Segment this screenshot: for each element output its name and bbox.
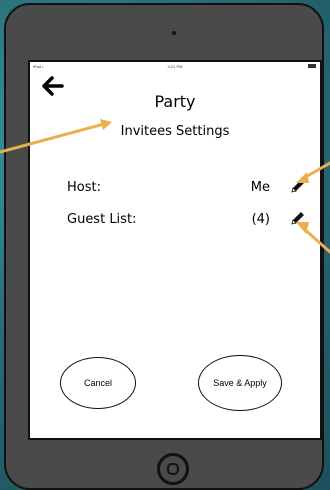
home-button-icon xyxy=(167,463,179,475)
cancel-button[interactable]: Cancel xyxy=(60,357,136,409)
guest-list-edit-pencil-icon[interactable] xyxy=(290,210,306,226)
screen: iPad • 4:21 PM Party Invitees Settings H… xyxy=(28,60,322,440)
host-value: Me xyxy=(250,180,270,195)
status-time: 4:21 PM xyxy=(167,64,183,69)
tablet-frame: iPad • 4:21 PM Party Invitees Settings H… xyxy=(4,3,324,490)
home-button[interactable] xyxy=(157,453,189,485)
battery-icon xyxy=(308,64,316,69)
page-title: Party xyxy=(154,92,196,111)
page-subtitle: Invitees Settings xyxy=(120,124,230,139)
save-apply-button[interactable]: Save & Apply xyxy=(198,355,282,411)
guest-list-count: (4) xyxy=(251,212,270,227)
camera-dot xyxy=(172,31,176,35)
host-label: Host: xyxy=(67,180,101,195)
status-bar: iPad • 4:21 PM xyxy=(30,62,320,72)
guest-list-label: Guest List: xyxy=(67,212,137,227)
host-edit-pencil-icon[interactable] xyxy=(290,178,306,194)
